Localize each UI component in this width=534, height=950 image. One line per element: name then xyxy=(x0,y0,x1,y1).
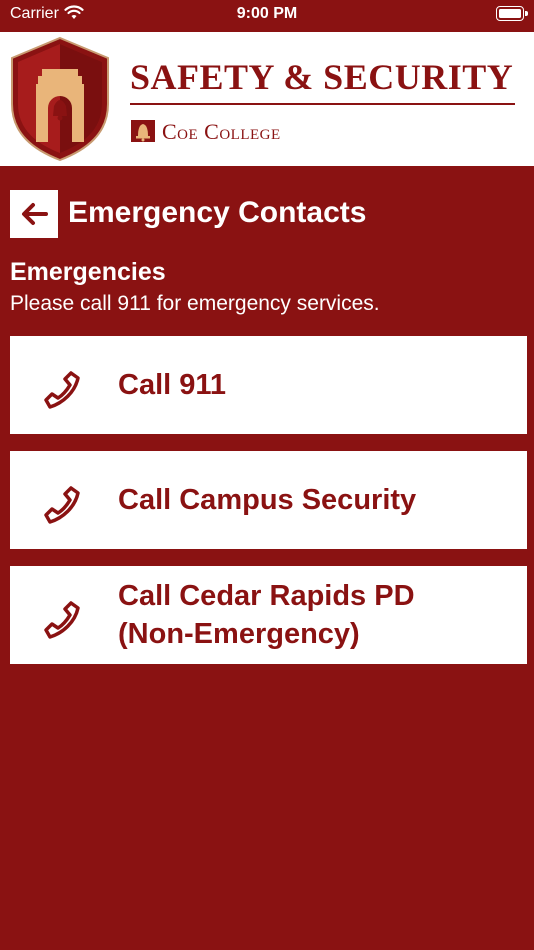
phone-icon xyxy=(44,371,80,409)
brand-title: SAFETY & SECURITY xyxy=(130,57,514,97)
call-911-button[interactable]: Call 911 xyxy=(10,336,527,434)
contact-label: Call Campus Security xyxy=(118,484,417,516)
section-description: Please call 911 for emergency services. xyxy=(10,292,380,315)
status-bar: Carrier 9:00 PM xyxy=(0,0,534,32)
brand-divider xyxy=(130,103,515,105)
phone-icon xyxy=(44,601,80,639)
battery-icon xyxy=(496,6,528,21)
contact-label: Call Cedar Rapids PD (Non-Emergency) xyxy=(118,580,415,650)
arrow-left-icon xyxy=(22,203,48,225)
shield-bell-tower-icon xyxy=(11,36,109,162)
college-name: Coe College xyxy=(162,119,281,144)
status-time: 9:00 PM xyxy=(236,5,298,22)
coe-bell-icon xyxy=(131,120,155,142)
section-heading: Emergencies xyxy=(10,258,166,286)
phone-icon xyxy=(44,486,80,524)
back-button[interactable] xyxy=(10,190,58,238)
page-title: Emergency Contacts xyxy=(68,196,367,229)
call-campus-security-button[interactable]: Call Campus Security xyxy=(10,451,527,549)
app-header: SAFETY & SECURITY Coe College xyxy=(0,32,534,166)
call-cedar-rapids-pd-button[interactable]: Call Cedar Rapids PD (Non-Emergency) xyxy=(10,566,527,664)
contact-label: Call 911 xyxy=(118,369,227,401)
